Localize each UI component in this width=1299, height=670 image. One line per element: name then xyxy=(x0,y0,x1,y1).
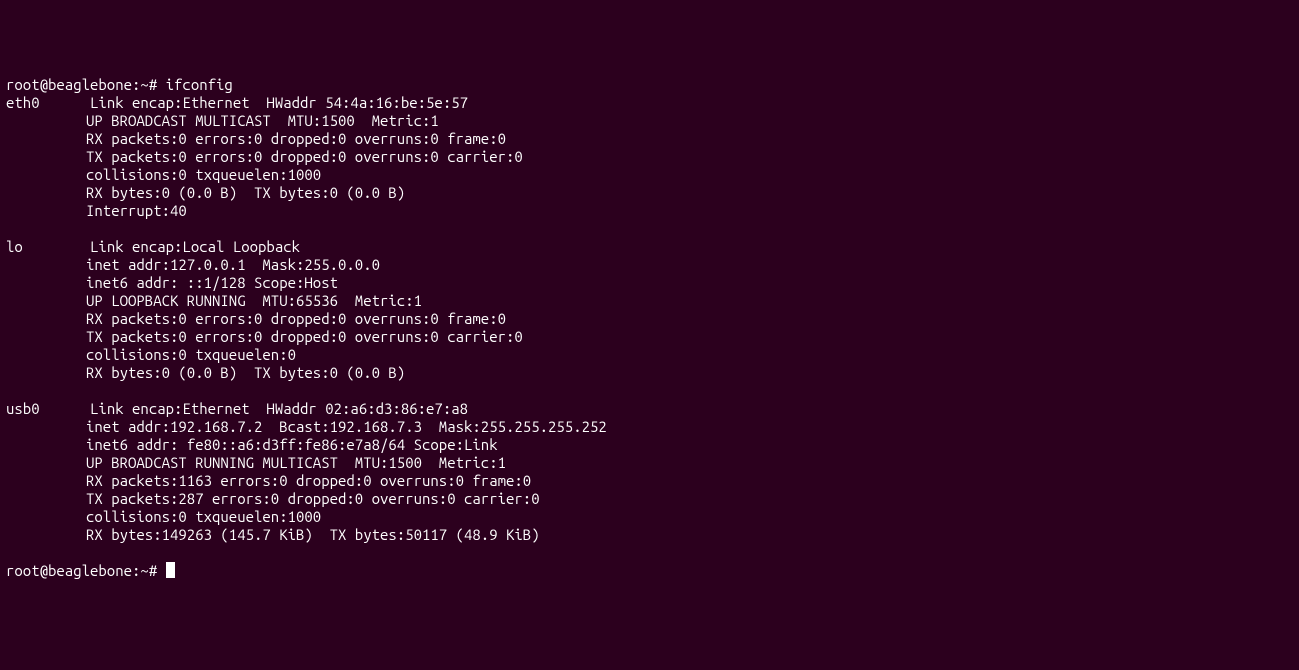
lo-line4: UP LOOPBACK RUNNING MTU:65536 Metric:1 xyxy=(6,292,422,309)
usb0-line5: RX packets:1163 errors:0 dropped:0 overr… xyxy=(6,472,531,489)
prompt-path: :~# xyxy=(132,76,166,93)
eth0-line1: Link encap:Ethernet HWaddr 54:4a:16:be:5… xyxy=(90,94,468,111)
prompt-user-host: root@beaglebone xyxy=(6,562,132,579)
eth0-line3: RX packets:0 errors:0 dropped:0 overruns… xyxy=(6,130,506,147)
usb0-line7: collisions:0 txqueuelen:1000 xyxy=(6,508,321,525)
iface-usb0-name: usb0 Link encap:Ethernet HWaddr 02:a6:d3… xyxy=(6,400,468,417)
eth0-line4: TX packets:0 errors:0 dropped:0 overruns… xyxy=(6,148,523,165)
lo-line5: RX packets:0 errors:0 dropped:0 overruns… xyxy=(6,310,506,327)
prompt-path: :~# xyxy=(132,562,166,579)
lo-line6: TX packets:0 errors:0 dropped:0 overruns… xyxy=(6,328,523,345)
eth0-line7: Interrupt:40 xyxy=(6,202,187,219)
usb0-line8: RX bytes:149263 (145.7 KiB) TX bytes:501… xyxy=(6,526,540,543)
eth0-line6: RX bytes:0 (0.0 B) TX bytes:0 (0.0 B) xyxy=(6,184,405,201)
prompt-line-1: root@beaglebone:~# ifconfig xyxy=(6,76,233,93)
lo-line8: RX bytes:0 (0.0 B) TX bytes:0 (0.0 B) xyxy=(6,364,405,381)
cursor-icon xyxy=(166,562,175,578)
terminal-window[interactable]: root@beaglebone:~# ifconfig eth0 Link en… xyxy=(6,76,1293,580)
prompt-user-host: root@beaglebone xyxy=(6,76,132,93)
lo-line1: Link encap:Local Loopback xyxy=(90,238,300,255)
lo-line3: inet6 addr: ::1/128 Scope:Host xyxy=(6,274,338,291)
iface-name-text: eth0 xyxy=(6,94,40,111)
prompt-line-2[interactable]: root@beaglebone:~# xyxy=(6,562,175,579)
iface-name-text: usb0 xyxy=(6,400,40,417)
iface-lo-name: lo Link encap:Local Loopback xyxy=(6,238,300,255)
command-text: ifconfig xyxy=(166,76,233,93)
usb0-line2: inet addr:192.168.7.2 Bcast:192.168.7.3 … xyxy=(6,418,607,435)
iface-name-text: lo xyxy=(6,238,23,255)
usb0-line3: inet6 addr: fe80::a6:d3ff:fe86:e7a8/64 S… xyxy=(6,436,498,453)
usb0-line4: UP BROADCAST RUNNING MULTICAST MTU:1500 … xyxy=(6,454,506,471)
usb0-line6: TX packets:287 errors:0 dropped:0 overru… xyxy=(6,490,540,507)
lo-line7: collisions:0 txqueuelen:0 xyxy=(6,346,296,363)
lo-line2: inet addr:127.0.0.1 Mask:255.0.0.0 xyxy=(6,256,380,273)
iface-eth0-name: eth0 Link encap:Ethernet HWaddr 54:4a:16… xyxy=(6,94,468,111)
eth0-line2: UP BROADCAST MULTICAST MTU:1500 Metric:1 xyxy=(6,112,439,129)
eth0-line5: collisions:0 txqueuelen:1000 xyxy=(6,166,321,183)
usb0-line1: Link encap:Ethernet HWaddr 02:a6:d3:86:e… xyxy=(90,400,468,417)
